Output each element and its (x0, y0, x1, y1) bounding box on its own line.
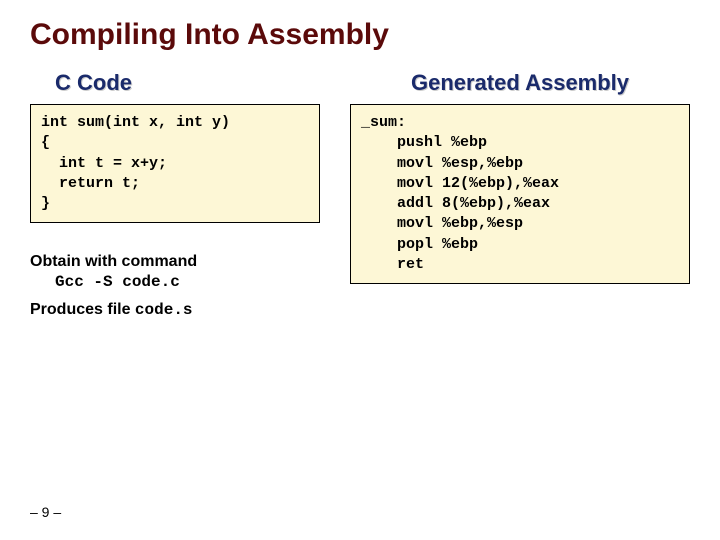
obtain-section: Obtain with command Gcc -S code.c Produc… (30, 253, 320, 319)
produces-line: Produces file code.s (30, 301, 320, 319)
content-columns: C Code int sum(int x, int y) { int t = x… (30, 70, 690, 321)
c-code-box: int sum(int x, int y) { int t = x+y; ret… (30, 104, 320, 223)
assembly-heading: Generated Assembly (350, 70, 690, 96)
obtain-label: Obtain with command (30, 253, 320, 271)
produces-file: code.s (135, 301, 193, 319)
produces-prefix: Produces file (30, 301, 135, 318)
c-code-heading: C Code (30, 70, 320, 96)
slide-title: Compiling Into Assembly (30, 18, 690, 52)
right-column: Generated Assembly _sum: pushl %ebp movl… (350, 70, 690, 321)
assembly-code-box: _sum: pushl %ebp movl %esp,%ebp movl 12(… (350, 104, 690, 284)
page-number: – 9 – (30, 504, 61, 520)
left-column: C Code int sum(int x, int y) { int t = x… (30, 70, 320, 321)
obtain-command: Gcc -S code.c (55, 273, 180, 291)
